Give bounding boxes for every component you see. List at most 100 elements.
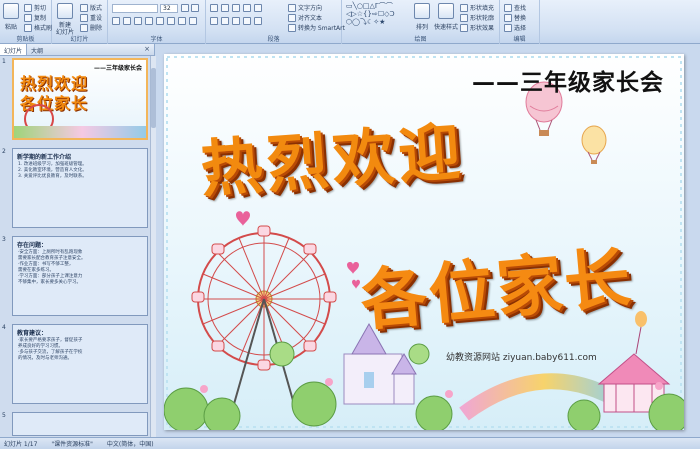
strikethrough-icon (145, 17, 153, 25)
editing-group: 查找 替换 选择 编辑 (500, 0, 540, 44)
new-slide-icon (57, 3, 73, 19)
justify-icon (243, 17, 251, 25)
spacing-icon (167, 17, 175, 25)
thumbnail-number: 4 (2, 324, 6, 331)
smartart-button[interactable]: 转换为 SmartArt (288, 23, 345, 32)
copy-label: 复制 (34, 15, 47, 22)
thumbnail-slide-3[interactable]: 存在问题： ·安全方面：上厕所时有乱跑现象 需要家长配合教育孩子注意安全。 ·作… (12, 236, 148, 316)
quick-styles-button[interactable]: 快速样式 (434, 3, 458, 31)
indent-increase-icon (243, 4, 251, 12)
cut-button[interactable]: 剪切 (24, 3, 46, 12)
layout-icon (80, 3, 88, 12)
outline-icon (460, 13, 468, 22)
paste-button[interactable]: 粘贴 (3, 3, 19, 31)
reset-icon (80, 13, 88, 22)
columns-icon (254, 17, 262, 25)
align-text-button[interactable]: 对齐文本 (288, 13, 322, 22)
copy-icon (24, 13, 32, 22)
thumbnail-scenery (14, 126, 146, 138)
thumbnail-body: 1. 改进班级学习，加强班级管理。 2. 美化教室环境，营造育人文化。 3. 关… (18, 162, 87, 179)
watermark-text: 幼教资源网站 ziyuan.baby611.com (446, 353, 597, 363)
paragraph-group-label: 段落 (267, 36, 280, 43)
text-direction-icon (288, 3, 296, 12)
status-bar: 幻灯片 1/17 "课件资源标准" 中文(简体，中国) (0, 437, 700, 449)
slides-group-label: 幻灯片 (70, 36, 89, 43)
layout-label: 版式 (90, 5, 103, 12)
thumbnail-slide-1[interactable]: ——三年级家长会 热烈欢迎 各位家长 (12, 58, 148, 140)
paste-label: 粘贴 (4, 24, 17, 31)
new-slide-button[interactable]: 新建 幻灯片 (56, 3, 74, 36)
layout-button[interactable]: 版式 (80, 3, 102, 12)
font-format-buttons[interactable] (112, 17, 197, 25)
slide-editor: ——三年级家长会 热烈欢迎 各位家长 幼教资源网站 ziyuan.baby611… (156, 44, 700, 437)
delete-icon (80, 23, 88, 32)
clipboard-group: 粘贴 剪切 复制 格式刷 剪贴板 (0, 0, 52, 44)
slide-title-line-1[interactable]: 热烈欢迎 (197, 101, 467, 209)
thumbnail-slide-5[interactable] (12, 412, 148, 436)
smartart-icon (288, 23, 296, 32)
list-buttons[interactable] (210, 4, 262, 12)
format-painter-button[interactable]: 格式刷 (24, 23, 52, 32)
align-right-icon (232, 17, 240, 25)
slides-group: 新建 幻灯片 版式 重设 删除 幻灯片 (52, 0, 108, 44)
language[interactable]: 中文(简体，中国) (107, 439, 154, 448)
arrange-label: 排列 (415, 24, 428, 31)
line-spacing-icon (254, 4, 262, 12)
delete-button[interactable]: 删除 (80, 23, 102, 32)
paragraph-group: 文字方向 对齐文本 转换为 SmartArt 段落 (206, 0, 345, 44)
font-size-combo[interactable]: 32 (160, 4, 178, 13)
indent-decrease-icon (232, 4, 240, 12)
reset-label: 重设 (90, 15, 103, 22)
thumbnail-slide-4[interactable]: 教育建议： ·家长要严格要求孩子，督促孩子 养成良好的学习习惯。 ·多与孩子交流… (12, 324, 148, 404)
shape-effects-button[interactable]: 形状效果 (460, 23, 494, 32)
thumbnail-subtitle: ——三年级家长会 (93, 65, 142, 72)
thumbnail-number: 1 (2, 58, 6, 65)
select-button[interactable]: 选择 (504, 23, 526, 32)
font-shrink-icon (191, 4, 199, 12)
italic-icon (123, 17, 131, 25)
align-center-icon (221, 17, 229, 25)
paste-icon (3, 3, 19, 19)
shape-fill-label: 形状填充 (470, 5, 495, 12)
text-direction-button[interactable]: 文字方向 (288, 3, 322, 12)
font-grow-icon (181, 4, 189, 12)
align-buttons[interactable] (210, 17, 262, 25)
delete-label: 删除 (90, 25, 103, 32)
shapes-gallery[interactable]: ▭╲○□△ᒥ⌒⌒ ◁▷☆{}⇨☐◇ᑐ ⬡◯⤵☾✧★ (346, 2, 408, 26)
replace-button[interactable]: 替换 (504, 13, 526, 22)
cut-label: 剪切 (34, 5, 47, 12)
shape-fill-button[interactable]: 形状填充 (460, 3, 494, 12)
pane-tabs: 幻灯片 大纲 × (0, 44, 154, 56)
shadow-icon (156, 17, 164, 25)
format-painter-label: 格式刷 (34, 25, 53, 32)
quick-styles-icon (438, 3, 454, 19)
font-name-combo[interactable] (112, 4, 158, 13)
thumbnail-title: 存在问题： (17, 242, 48, 249)
thumbnail-body: ·家长要严格要求孩子，督促孩子 养成良好的学习习惯。 ·多与孩子交流，了解孩子在… (18, 338, 83, 361)
thumbnail-number: 5 (2, 412, 6, 419)
tab-outline[interactable]: 大纲 (27, 44, 47, 55)
font-grow-shrink[interactable] (181, 4, 199, 12)
find-icon (504, 3, 512, 12)
reset-button[interactable]: 重设 (80, 13, 102, 22)
shape-outline-button[interactable]: 形状轮廓 (460, 13, 494, 22)
align-text-icon (288, 13, 296, 22)
arrange-button[interactable]: 排列 (414, 3, 430, 31)
theme-name: "课件资源标准" (51, 441, 93, 448)
thumbnail-slide-2[interactable]: 新学期的新工作介绍 1. 改进班级学习，加强班级管理。 2. 美化教室环境，营造… (12, 148, 148, 228)
close-icon[interactable]: × (140, 44, 154, 55)
arrange-icon (414, 3, 430, 19)
brush-icon (24, 23, 32, 32)
fill-icon (460, 3, 468, 12)
copy-button[interactable]: 复制 (24, 13, 46, 22)
slides-pane: 幻灯片 大纲 × 1 ——三年级家长会 热烈欢迎 各位家长 2 新学期的新工作介… (0, 44, 155, 437)
thumbnail-number: 2 (2, 148, 6, 155)
find-button[interactable]: 查找 (504, 3, 526, 12)
clipboard-group-label: 剪贴板 (16, 36, 35, 43)
tab-slides[interactable]: 幻灯片 (0, 44, 28, 55)
select-label: 选择 (514, 25, 527, 32)
thumbnail-title: 新学期的新工作介绍 (17, 154, 72, 161)
replace-icon (504, 13, 512, 22)
slide-canvas[interactable]: ——三年级家长会 热烈欢迎 各位家长 幼教资源网站 ziyuan.baby611… (164, 54, 684, 430)
slide-subtitle[interactable]: ——三年级家长会 (472, 63, 664, 97)
